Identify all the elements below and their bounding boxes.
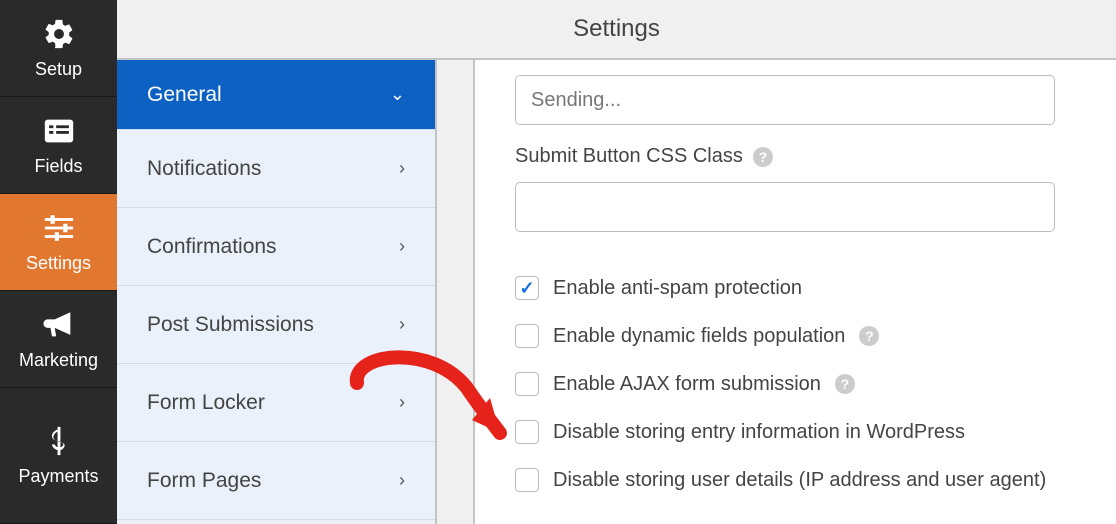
checkbox-row-antispam: Enable anti-spam protection <box>515 276 1076 300</box>
checkbox-row-dynamic: Enable dynamic fields population ? <box>515 324 1076 348</box>
sidebar-item-label: General <box>147 83 222 107</box>
content-panel: Submit Button CSS Class ? Enable anti-sp… <box>475 0 1116 524</box>
checkbox-label: Enable AJAX form submission <box>553 373 821 396</box>
rail-item-fields[interactable]: Fields <box>0 97 117 194</box>
page-title: Settings <box>573 15 660 43</box>
help-icon[interactable]: ? <box>859 326 879 346</box>
checkbox-disable-user[interactable] <box>515 468 539 492</box>
checkbox-dynamic[interactable] <box>515 324 539 348</box>
rail-label: Setup <box>35 59 82 80</box>
dollar-icon <box>42 424 76 458</box>
help-icon[interactable]: ? <box>835 374 855 394</box>
sliders-icon <box>42 211 76 245</box>
sidebar-item-confirmations[interactable]: Confirmations › <box>117 208 435 286</box>
checkbox-label: Enable dynamic fields population <box>553 325 845 348</box>
help-icon[interactable]: ? <box>753 147 773 167</box>
checkbox-antispam[interactable] <box>515 276 539 300</box>
sidebar-item-general[interactable]: General ⌄ <box>117 60 435 130</box>
chevron-right-icon: › <box>399 158 405 179</box>
gear-icon <box>42 17 76 51</box>
checkbox-row-ajax: Enable AJAX form submission ? <box>515 372 1076 396</box>
sidebar-item-post-submissions[interactable]: Post Submissions › <box>117 286 435 364</box>
sidebar-item-label: Post Submissions <box>147 313 314 337</box>
bullhorn-icon <box>42 308 76 342</box>
settings-subnav: General ⌄ Notifications › Confirmations … <box>117 0 435 524</box>
sidebar-item-label: Form Pages <box>147 469 261 493</box>
rail-item-setup[interactable]: Setup <box>0 0 117 97</box>
sidebar-item-notifications[interactable]: Notifications › <box>117 130 435 208</box>
css-class-label-row: Submit Button CSS Class ? <box>515 145 1076 168</box>
list-icon <box>42 114 76 148</box>
sidebar-item-form-locker[interactable]: Form Locker › <box>117 364 435 442</box>
rail-item-payments[interactable]: Payments <box>0 388 117 524</box>
chevron-right-icon: › <box>399 236 405 257</box>
rail-label: Payments <box>18 466 98 487</box>
chevron-down-icon: ⌄ <box>390 84 405 105</box>
page-title-bar: Settings <box>117 0 1116 60</box>
checkbox-label: Disable storing user details (IP address… <box>553 469 1046 492</box>
checkbox-label: Disable storing entry information in Wor… <box>553 421 965 444</box>
checkbox-row-disable-user: Disable storing user details (IP address… <box>515 468 1076 492</box>
chevron-right-icon: › <box>399 392 405 413</box>
checkbox-label: Enable anti-spam protection <box>553 277 802 300</box>
left-rail: Setup Fields Settings Marketing Payments <box>0 0 117 524</box>
chevron-right-icon: › <box>399 314 405 335</box>
checkbox-disable-entry[interactable] <box>515 420 539 444</box>
sidebar-item-label: Notifications <box>147 157 261 181</box>
sending-text-input[interactable] <box>515 75 1055 125</box>
rail-label: Settings <box>26 253 91 274</box>
rail-item-marketing[interactable]: Marketing <box>0 291 117 388</box>
sidebar-item-label: Form Locker <box>147 391 265 415</box>
chevron-right-icon: › <box>399 470 405 491</box>
css-class-label: Submit Button CSS Class <box>515 145 743 168</box>
panel-divider <box>435 0 475 524</box>
checkbox-row-disable-entry: Disable storing entry information in Wor… <box>515 420 1076 444</box>
rail-item-settings[interactable]: Settings <box>0 194 117 291</box>
rail-label: Fields <box>34 156 82 177</box>
css-class-input[interactable] <box>515 182 1055 232</box>
checkbox-ajax[interactable] <box>515 372 539 396</box>
sidebar-item-label: Confirmations <box>147 235 277 259</box>
rail-label: Marketing <box>19 350 98 371</box>
sidebar-item-form-pages[interactable]: Form Pages › <box>117 442 435 520</box>
